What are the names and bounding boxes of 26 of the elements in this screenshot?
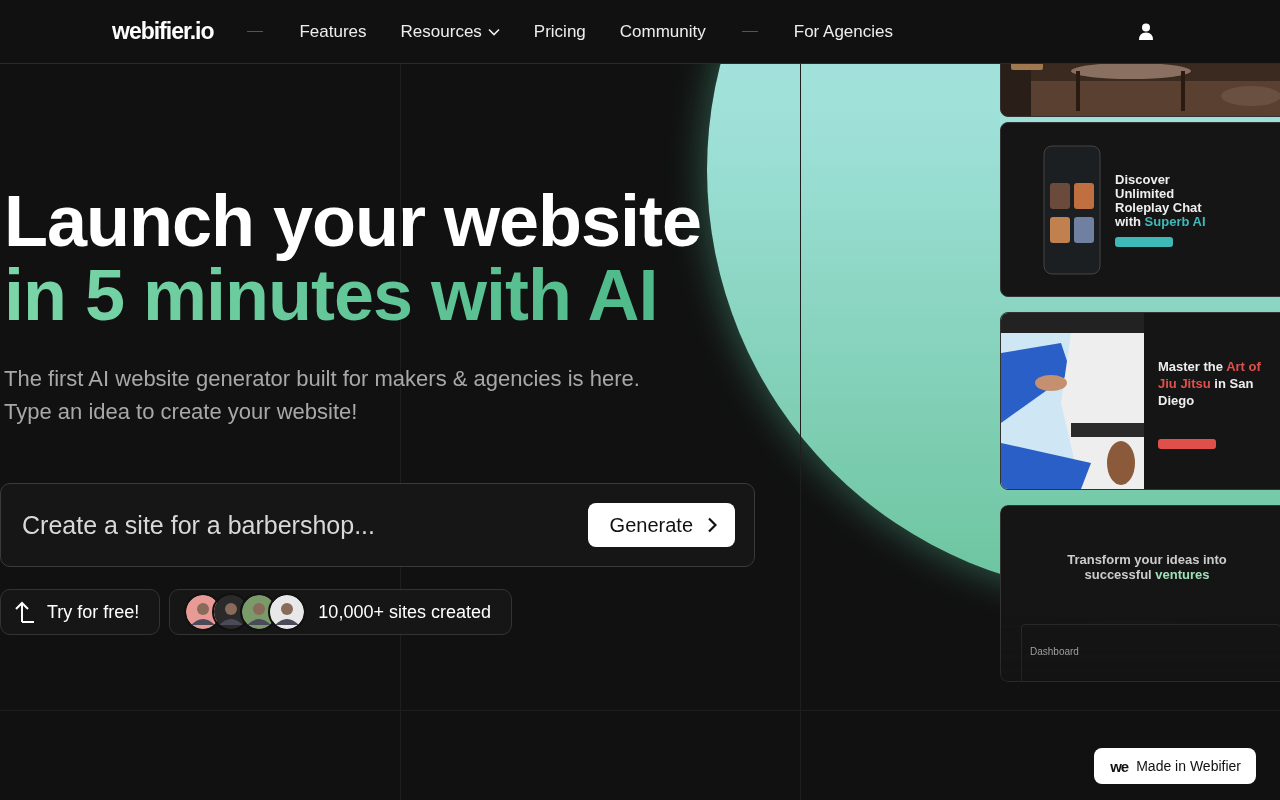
logo[interactable]: webifier.io bbox=[112, 18, 214, 45]
site-headline: Discover Unlimited Roleplay Chat with Superb AI bbox=[1115, 172, 1207, 229]
sites-count: 10,000+ sites created bbox=[318, 601, 491, 623]
badge-label: Made in Webifier bbox=[1136, 758, 1241, 774]
nav-link[interactable]: Community bbox=[619, 21, 706, 42]
nav-link[interactable]: Pricing bbox=[533, 21, 586, 42]
hero-headline: Launch your website bbox=[4, 181, 702, 261]
hero-subtitle: Type an idea to create your website! bbox=[4, 398, 359, 426]
site-headline: Master the Art of Jiu Jitsu in San Diego bbox=[1158, 358, 1262, 409]
chevron-down-icon bbox=[487, 27, 500, 36]
made-in-badge[interactable]: we Made in Webifier bbox=[1094, 748, 1256, 784]
cta-button-shape bbox=[1115, 236, 1173, 247]
nav-link[interactable]: Features bbox=[299, 21, 367, 42]
generate-button[interactable]: Generate bbox=[587, 503, 735, 547]
dashboard-title: Dashboard bbox=[1030, 646, 1079, 657]
try-free-button[interactable]: Try for free! bbox=[0, 589, 161, 635]
site-headline: Transform your ideas into successful ventures bbox=[1066, 552, 1228, 582]
nav-dropdown[interactable]: Resources bbox=[400, 21, 500, 42]
cta-button-shape bbox=[1158, 439, 1216, 449]
prompt-field[interactable]: Create a site for a barbershop... Generate bbox=[0, 483, 755, 567]
hero-subtitle: The first AI website generator built for makers & agencies is here. bbox=[4, 365, 641, 393]
brand-mark: we bbox=[1110, 757, 1129, 775]
nav-link[interactable]: For Agencies bbox=[793, 21, 893, 42]
user-icon[interactable] bbox=[1139, 23, 1153, 40]
arrow-up-icon bbox=[15, 601, 35, 623]
chevron-right-icon bbox=[707, 517, 717, 533]
